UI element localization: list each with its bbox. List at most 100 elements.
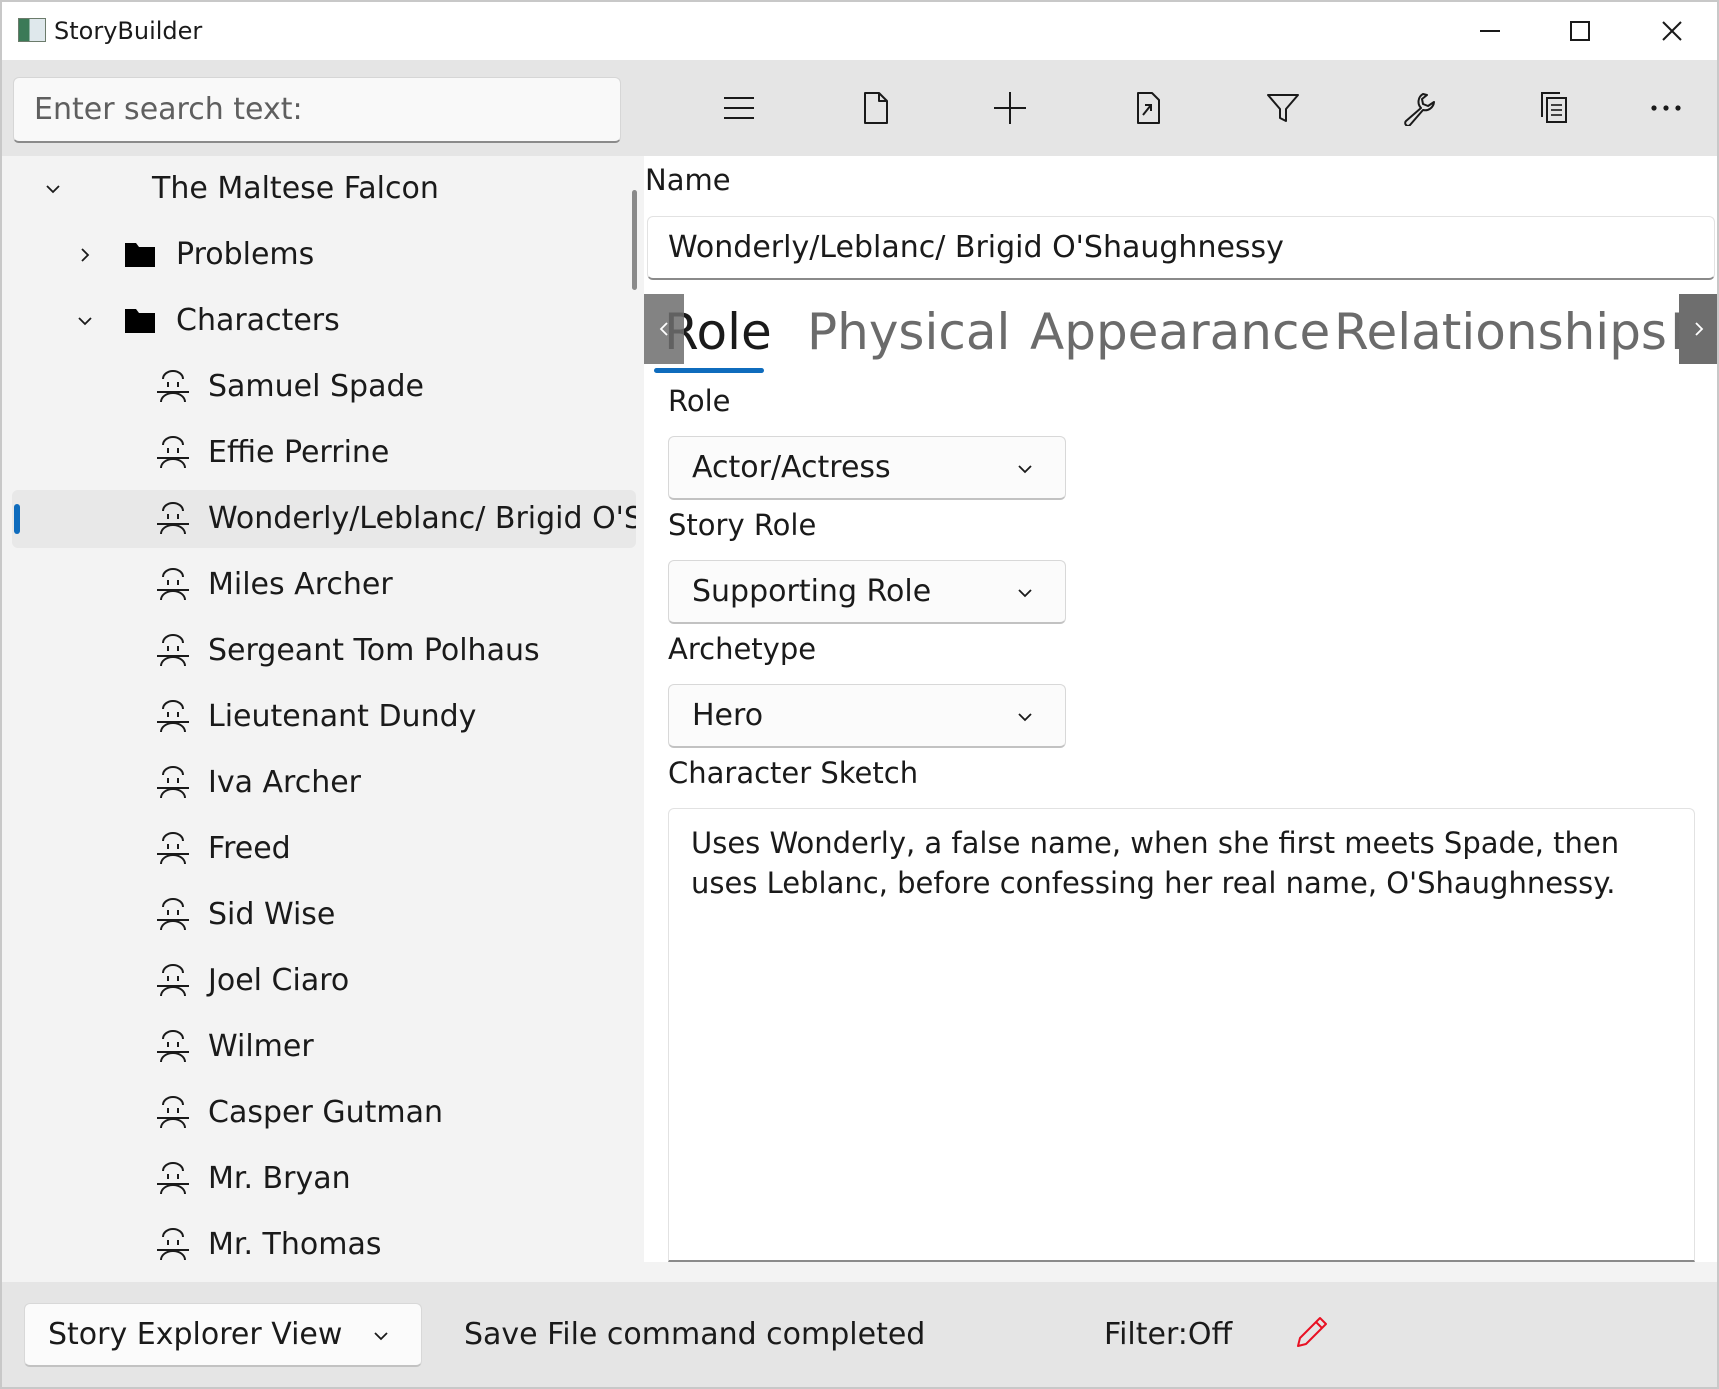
tree-item-character[interactable]: Mr. Bryan [12, 1150, 636, 1208]
tree-item-root[interactable]: The Maltese Falcon [12, 160, 636, 218]
edit-pencil-icon[interactable] [1292, 1312, 1332, 1352]
person-icon [157, 832, 189, 865]
tree-item-label: The Maltese Falcon [152, 171, 439, 206]
filter-icon [1267, 94, 1299, 122]
tree-item-character[interactable]: Iva Archer [12, 754, 636, 812]
chevron-down-icon [374, 1332, 388, 1341]
tree-item-label: Mr. Bryan [208, 1161, 351, 1196]
tree-item-character[interactable]: Samuel Spade [12, 358, 636, 416]
tab-relationships[interactable]: Relationships [1334, 302, 1667, 362]
tools-button[interactable] [1389, 80, 1449, 136]
tree-scrollbar[interactable] [632, 190, 637, 290]
person-icon [157, 964, 189, 997]
menu-button[interactable] [709, 80, 769, 136]
person-icon [157, 1030, 189, 1063]
person-icon [157, 436, 189, 469]
tab-strip: Role Physical Appearance Relationships F… [644, 292, 1717, 376]
tab-appearance[interactable]: Appearance [1030, 302, 1330, 362]
search-input[interactable] [13, 77, 621, 143]
view-selector-dropdown[interactable]: Story Explorer View [24, 1303, 422, 1367]
tree-item-character[interactable]: Casper Gutman [12, 1084, 636, 1142]
name-label: Name [645, 163, 731, 197]
new-file-button[interactable] [845, 80, 905, 136]
person-icon [157, 634, 189, 667]
tree-item-character[interactable]: Mr. Thomas [12, 1216, 636, 1262]
app-icon [18, 18, 46, 42]
tab-scroll-left-button[interactable] [644, 294, 684, 364]
add-icon [994, 92, 1026, 124]
tree-item-label: Problems [176, 237, 315, 272]
chevron-left-icon [659, 322, 668, 336]
name-field[interactable]: Wonderly/Leblanc/ Brigid O'Shaughnessy [647, 216, 1715, 280]
add-button[interactable] [980, 80, 1040, 136]
role-dropdown[interactable]: Actor/Actress [668, 436, 1066, 500]
person-icon [157, 568, 189, 601]
tree-item-label: Iva Archer [208, 765, 362, 800]
wrench-icon [1404, 93, 1435, 126]
tree-item-problems[interactable]: Problems [12, 226, 636, 284]
filter-status: Filter:Off [1104, 1317, 1233, 1352]
tree-item-character[interactable]: Lieutenant Dundy [12, 688, 636, 746]
tree-item-label: Freed [208, 831, 291, 866]
chevron-down-icon[interactable] [40, 176, 66, 202]
person-icon [157, 1096, 189, 1129]
chevron-down-icon [1018, 589, 1032, 598]
story-role-dropdown[interactable]: Supporting Role [668, 560, 1066, 624]
more-button[interactable] [1636, 80, 1696, 136]
tree-item-label: Sergeant Tom Polhaus [208, 633, 540, 668]
character-sketch-textarea[interactable]: Uses Wonderly, a false name, when she fi… [668, 808, 1695, 1262]
tree-item-label: Miles Archer [208, 567, 393, 602]
tree-item-label: Wonderly/Leblanc/ Brigid O'Shaughnessy [208, 501, 636, 536]
archetype-label: Archetype [668, 632, 817, 666]
move-out-icon [1137, 92, 1160, 124]
tree-item-label: Characters [176, 303, 340, 338]
tree-item-label: Casper Gutman [208, 1095, 443, 1130]
chevron-down-icon[interactable] [72, 308, 98, 334]
tree-item-character[interactable]: Sergeant Tom Polhaus [12, 622, 636, 680]
filter-button[interactable] [1253, 80, 1313, 136]
tree-item-label: Effie Perrine [208, 435, 390, 470]
tree-item-character[interactable]: Joel Ciaro [12, 952, 636, 1010]
tree-item-character[interactable]: Effie Perrine [12, 424, 636, 482]
tree-item-character[interactable]: Wilmer [12, 1018, 636, 1076]
move-out-button[interactable] [1117, 80, 1177, 136]
active-tab-indicator [654, 368, 764, 373]
maximize-icon [1570, 21, 1590, 41]
status-message: Save File command completed [464, 1317, 926, 1352]
copy-icon [1541, 92, 1567, 123]
person-icon [157, 502, 189, 535]
chevron-right-icon[interactable] [72, 242, 98, 268]
tree-item-label: Lieutenant Dundy [208, 699, 477, 734]
minimize-icon [1480, 30, 1500, 32]
more-icon [1651, 105, 1681, 111]
menu-icon [724, 97, 754, 119]
tree-item-label: Sid Wise [208, 897, 336, 932]
person-icon [157, 898, 189, 931]
tab-physical[interactable]: Physical [807, 302, 1010, 362]
chevron-right-icon [1695, 322, 1704, 336]
tree-item-label: Wilmer [208, 1029, 314, 1064]
chevron-down-icon [1018, 465, 1032, 474]
close-button[interactable] [1626, 2, 1717, 60]
story-role-label: Story Role [668, 508, 817, 542]
new-file-icon [864, 92, 888, 124]
tree-item-character[interactable]: Freed [12, 820, 636, 878]
app-title: StoryBuilder [54, 17, 203, 45]
tab-scroll-right-button[interactable] [1679, 294, 1717, 364]
tree-item-character[interactable]: Sid Wise [12, 886, 636, 944]
archetype-dropdown[interactable]: Hero [668, 684, 1066, 748]
person-icon [157, 700, 189, 733]
chevron-down-icon [1018, 713, 1032, 722]
person-icon [157, 1228, 189, 1261]
tree-item-characters[interactable]: Characters [12, 292, 636, 350]
story-role-value: Supporting Role [692, 574, 932, 609]
selection-indicator [14, 504, 20, 534]
copy-button[interactable] [1524, 80, 1584, 136]
tree-item-character[interactable]: Miles Archer [12, 556, 636, 614]
maximize-button[interactable] [1534, 2, 1626, 60]
tree-item-character-selected[interactable]: Wonderly/Leblanc/ Brigid O'Shaughnessy [12, 490, 636, 548]
view-selector-value: Story Explorer View [48, 1317, 343, 1352]
tree-item-label: Mr. Thomas [208, 1227, 382, 1262]
close-icon [1662, 21, 1682, 41]
minimize-button[interactable] [1444, 2, 1536, 60]
